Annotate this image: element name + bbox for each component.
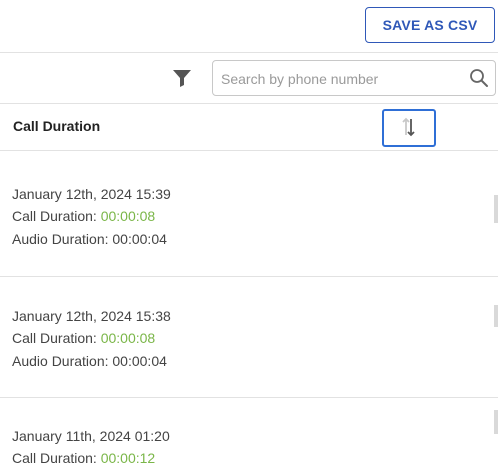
- scrollbar-edge[interactable]: [494, 410, 498, 434]
- record-audio-duration: Audio Duration: 00:00:04: [12, 231, 167, 247]
- search-input[interactable]: [219, 61, 463, 97]
- sort-button[interactable]: [382, 109, 436, 147]
- search-icon[interactable]: [469, 68, 489, 88]
- record-audio-duration: Audio Duration: 00:00:04: [12, 353, 167, 369]
- record-call-duration: Call Duration: 00:00:08: [12, 330, 156, 346]
- list-item[interactable]: January 12th, 2024 15:39 Call Duration: …: [0, 151, 498, 277]
- sort-arrows-icon: [401, 116, 417, 141]
- list-item[interactable]: January 11th, 2024 01:20 Call Duration: …: [0, 398, 498, 466]
- record-call-duration: Call Duration: 00:00:12: [12, 450, 156, 466]
- record-date: January 12th, 2024 15:39: [12, 186, 171, 202]
- record-date: January 11th, 2024 01:20: [12, 428, 170, 444]
- table-header: Call Duration: [0, 104, 498, 151]
- top-toolbar: SAVE AS CSV: [0, 0, 498, 53]
- call-duration-value: 00:00:12: [100, 450, 156, 466]
- filter-bar: [0, 53, 498, 104]
- scrollbar-edge[interactable]: [494, 305, 498, 327]
- filter-icon[interactable]: [171, 67, 193, 89]
- record-call-duration: Call Duration: 00:00:08: [12, 208, 156, 224]
- save-as-csv-button[interactable]: SAVE AS CSV: [365, 7, 495, 43]
- list-item[interactable]: January 12th, 2024 15:38 Call Duration: …: [0, 277, 498, 398]
- call-duration-value: 00:00:08: [100, 208, 156, 224]
- search-field[interactable]: [212, 60, 496, 97]
- column-title-call-duration: Call Duration: [13, 118, 101, 134]
- scrollbar-edge[interactable]: [494, 195, 498, 223]
- record-date: January 12th, 2024 15:38: [12, 308, 171, 324]
- call-duration-value: 00:00:08: [100, 330, 156, 346]
